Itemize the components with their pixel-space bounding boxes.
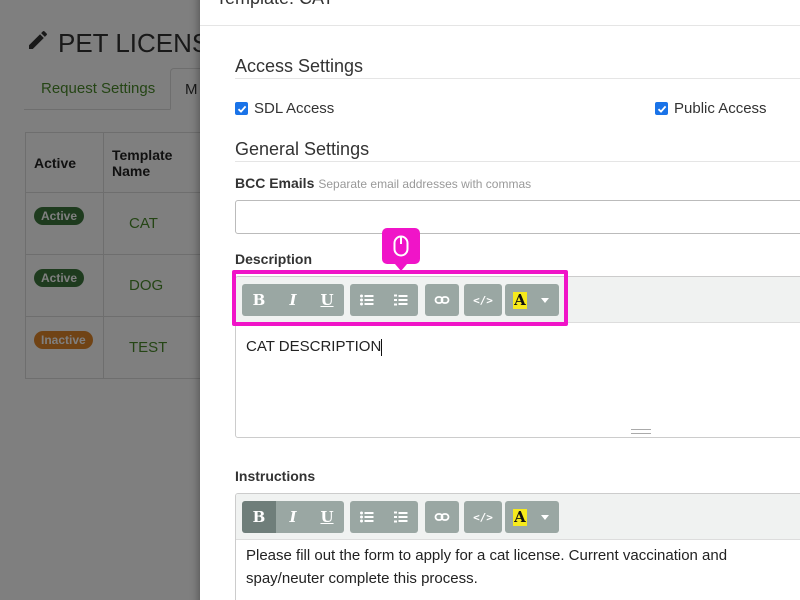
- chevron-down-icon: [541, 514, 549, 520]
- list-group: [350, 284, 418, 316]
- code-button[interactable]: </>: [464, 501, 502, 533]
- bullet-list-icon: [360, 511, 374, 523]
- section-divider: [235, 78, 800, 79]
- link-button[interactable]: [425, 284, 459, 316]
- template-modal: Template: CAT Access Settings SDL Access…: [200, 0, 800, 600]
- bcc-emails-input[interactable]: [235, 200, 800, 234]
- text-cursor: [381, 338, 383, 356]
- sdl-access-label: SDL Access: [254, 100, 335, 117]
- mouse-click-marker: [382, 228, 420, 271]
- bullet-list-button[interactable]: [350, 284, 384, 316]
- checkbox-checked-icon[interactable]: [235, 102, 248, 115]
- list-group: [350, 501, 418, 533]
- highlight-icon: A: [513, 508, 527, 526]
- mouse-icon: [393, 235, 409, 257]
- sdl-access-checkbox[interactable]: SDL Access: [235, 100, 334, 117]
- bold-button[interactable]: B: [242, 284, 276, 316]
- numbered-list-icon: [394, 511, 408, 523]
- section-divider: [235, 161, 800, 162]
- public-access-checkbox[interactable]: Public Access: [655, 100, 767, 117]
- underline-button[interactable]: U: [310, 501, 344, 533]
- bcc-label-text: BCC Emails: [235, 175, 315, 191]
- highlight-group: A: [505, 284, 559, 316]
- bcc-emails-label: BCC Emails Separate email addresses with …: [235, 175, 531, 191]
- bullet-list-icon: [360, 294, 374, 306]
- description-content[interactable]: CAT DESCRIPTION: [246, 335, 800, 358]
- instructions-editor: B I U </> A Please fill out the form to …: [235, 493, 800, 600]
- highlight-icon: A: [513, 291, 527, 309]
- link-button[interactable]: [425, 501, 459, 533]
- instructions-content[interactable]: Please fill out the form to apply for a …: [246, 544, 800, 590]
- modal-title: Template: CAT: [216, 0, 334, 9]
- numbered-list-button[interactable]: [384, 501, 418, 533]
- italic-button[interactable]: I: [276, 284, 310, 316]
- code-button[interactable]: </>: [464, 284, 502, 316]
- link-group: [425, 501, 459, 533]
- link-group: [425, 284, 459, 316]
- general-settings-heading: General Settings: [235, 139, 370, 159]
- underline-button[interactable]: U: [310, 284, 344, 316]
- checkbox-checked-icon[interactable]: [655, 102, 668, 115]
- highlight-color-button[interactable]: A: [505, 284, 559, 316]
- instructions-label: Instructions: [235, 468, 316, 484]
- instructions-toolbar: B I U </> A: [236, 494, 800, 540]
- link-icon: [434, 513, 450, 521]
- highlight-color-button[interactable]: A: [505, 501, 559, 533]
- numbered-list-button[interactable]: [384, 284, 418, 316]
- code-group: </>: [464, 284, 502, 316]
- format-group: B I U: [242, 284, 344, 316]
- bold-button[interactable]: B: [242, 501, 276, 533]
- italic-button[interactable]: I: [276, 501, 310, 533]
- public-access-label: Public Access: [674, 100, 767, 117]
- code-group: </>: [464, 501, 502, 533]
- description-label: Description: [235, 251, 313, 267]
- access-settings-heading: Access Settings: [235, 56, 364, 76]
- description-editor: B I U </> A CAT DESCRIPTION: [235, 276, 800, 438]
- link-icon: [434, 296, 450, 304]
- modal-header: Template: CAT: [200, 0, 800, 26]
- bcc-hint: Separate email addresses with commas: [318, 177, 532, 191]
- bullet-list-button[interactable]: [350, 501, 384, 533]
- description-text: CAT DESCRIPTION: [246, 338, 382, 355]
- chevron-down-icon: [541, 297, 549, 303]
- resize-handle[interactable]: [631, 429, 651, 434]
- format-group: B I U: [242, 501, 344, 533]
- description-toolbar: B I U </> A: [236, 277, 800, 323]
- numbered-list-icon: [394, 294, 408, 306]
- highlight-group: A: [505, 501, 559, 533]
